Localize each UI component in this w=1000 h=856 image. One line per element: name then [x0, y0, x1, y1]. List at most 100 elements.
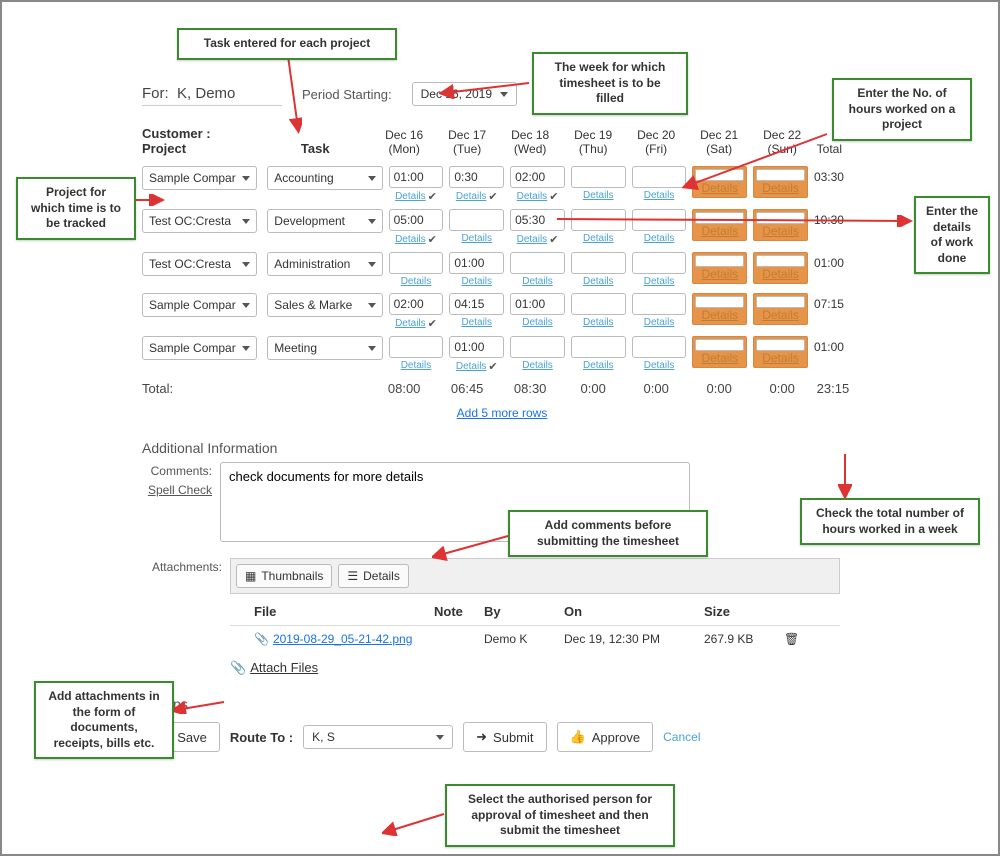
hours-input[interactable]: 02:00 — [389, 293, 444, 315]
thumbnails-button[interactable]: ▦Thumbnails — [236, 564, 332, 588]
details-link[interactable]: Details — [517, 234, 548, 245]
callout-attach: Add attachments in the form of documents… — [34, 681, 174, 759]
task-select[interactable]: Sales & Marke — [267, 293, 382, 317]
hours-input[interactable] — [571, 166, 626, 188]
hours-input-weekend[interactable]: Details — [753, 252, 808, 284]
hours-input-weekend[interactable]: Details — [753, 209, 808, 241]
details-link[interactable]: Details — [395, 191, 426, 202]
hours-input[interactable] — [632, 166, 687, 188]
details-link[interactable]: Details — [762, 351, 799, 365]
details-link[interactable]: Details — [461, 276, 492, 287]
hours-input[interactable]: 0:30 — [449, 166, 504, 188]
hours-input-weekend[interactable]: Details — [692, 209, 747, 241]
details-link[interactable]: Details — [701, 267, 738, 281]
task-select[interactable]: Accounting — [267, 166, 382, 190]
hours-input-weekend[interactable]: Details — [692, 336, 747, 368]
project-select[interactable]: Sample Compar — [142, 336, 257, 360]
project-select[interactable]: Sample Compar — [142, 293, 257, 317]
details-link[interactable]: Details — [701, 181, 738, 195]
hours-input[interactable] — [571, 293, 626, 315]
details-link[interactable]: Details — [456, 191, 487, 202]
hours-input-weekend[interactable]: Details — [692, 293, 747, 325]
project-select[interactable]: Test OC:Cresta — [142, 209, 257, 233]
hours-input[interactable] — [389, 336, 444, 358]
hours-input[interactable]: 05:30 — [510, 209, 565, 231]
hours-input[interactable] — [510, 252, 565, 274]
hours-input-weekend[interactable]: Details — [692, 166, 747, 198]
details-link[interactable]: Details — [461, 317, 492, 328]
details-link[interactable]: Details — [395, 318, 426, 329]
task-select[interactable]: Meeting — [267, 336, 382, 360]
details-link[interactable]: Details — [701, 351, 738, 365]
details-link[interactable]: Details — [644, 360, 675, 371]
cancel-link[interactable]: Cancel — [663, 730, 700, 744]
hours-input[interactable] — [389, 252, 444, 274]
hours-input[interactable] — [632, 209, 687, 231]
trash-icon[interactable]: 🗑 — [784, 632, 799, 646]
details-link[interactable]: Details — [395, 234, 426, 245]
hours-input-weekend[interactable]: Details — [753, 293, 808, 325]
list-icon: ☰ — [347, 569, 358, 583]
details-link[interactable]: Details — [401, 360, 432, 371]
grid-icon: ▦ — [245, 569, 256, 583]
hours-input[interactable] — [632, 293, 687, 315]
details-link[interactable]: Details — [456, 361, 487, 372]
details-link[interactable]: Details — [522, 317, 553, 328]
attach-files-link[interactable]: Attach Files — [250, 660, 318, 675]
project-select[interactable]: Test OC:Cresta — [142, 252, 257, 276]
project-select[interactable]: Sample Compar — [142, 166, 257, 190]
details-link[interactable]: Details — [517, 191, 548, 202]
details-link[interactable]: Details — [762, 181, 799, 195]
hours-input[interactable]: 01:00 — [510, 293, 565, 315]
details-link[interactable]: Details — [644, 233, 675, 244]
hours-input[interactable] — [632, 252, 687, 274]
details-link[interactable]: Details — [583, 233, 614, 244]
details-link[interactable]: Details — [461, 233, 492, 244]
details-link[interactable]: Details — [644, 317, 675, 328]
task-select[interactable]: Development — [267, 209, 382, 233]
hours-input[interactable]: 01:00 — [389, 166, 444, 188]
period-starting-select[interactable]: Dec 16, 2019 — [412, 82, 517, 106]
approve-button[interactable]: 👍Approve — [557, 722, 654, 752]
route-to-select[interactable]: K, S — [303, 725, 453, 749]
details-button[interactable]: ☰Details — [338, 564, 408, 588]
hours-input[interactable]: 01:00 — [449, 252, 504, 274]
hours-input-weekend[interactable]: Details — [692, 252, 747, 284]
hours-input-weekend[interactable]: Details — [753, 166, 808, 198]
hours-input-weekend[interactable]: Details — [753, 336, 808, 368]
details-link[interactable]: Details — [762, 308, 799, 322]
hours-input[interactable]: 01:00 — [449, 336, 504, 358]
hours-input[interactable] — [449, 209, 504, 231]
details-link[interactable]: Details — [644, 276, 675, 287]
attachment-file-link[interactable]: 2019-08-29_05-21-42.png — [273, 632, 412, 646]
add-rows-link[interactable]: Add 5 more rows — [457, 406, 548, 420]
details-link[interactable]: Details — [583, 190, 614, 201]
day-total: 06:45 — [439, 381, 496, 396]
hours-input[interactable] — [571, 209, 626, 231]
hours-input[interactable] — [510, 336, 565, 358]
details-link[interactable]: Details — [583, 360, 614, 371]
details-link[interactable]: Details — [401, 276, 432, 287]
hours-input[interactable]: 04:15 — [449, 293, 504, 315]
details-link[interactable]: Details — [762, 267, 799, 281]
details-link[interactable]: Details — [762, 224, 799, 238]
hours-input[interactable] — [571, 252, 626, 274]
details-link[interactable]: Details — [701, 308, 738, 322]
hours-input[interactable] — [632, 336, 687, 358]
spell-check-link[interactable]: Spell Check — [142, 481, 212, 500]
task-select[interactable]: Administration — [267, 252, 382, 276]
details-link[interactable]: Details — [522, 360, 553, 371]
details-link[interactable]: Details — [644, 190, 675, 201]
check-icon: ✔ — [549, 190, 558, 203]
route-to-label: Route To : — [230, 730, 293, 745]
details-link[interactable]: Details — [701, 224, 738, 238]
details-link[interactable]: Details — [522, 276, 553, 287]
hours-input[interactable]: 02:00 — [510, 166, 565, 188]
details-link[interactable]: Details — [583, 276, 614, 287]
details-link[interactable]: Details — [583, 317, 614, 328]
submit-button[interactable]: ➜Submit — [463, 722, 546, 752]
hours-input[interactable] — [571, 336, 626, 358]
day-total: 08:30 — [502, 381, 559, 396]
hours-input[interactable]: 05:00 — [389, 209, 444, 231]
actions-title: Actions — [142, 696, 862, 712]
